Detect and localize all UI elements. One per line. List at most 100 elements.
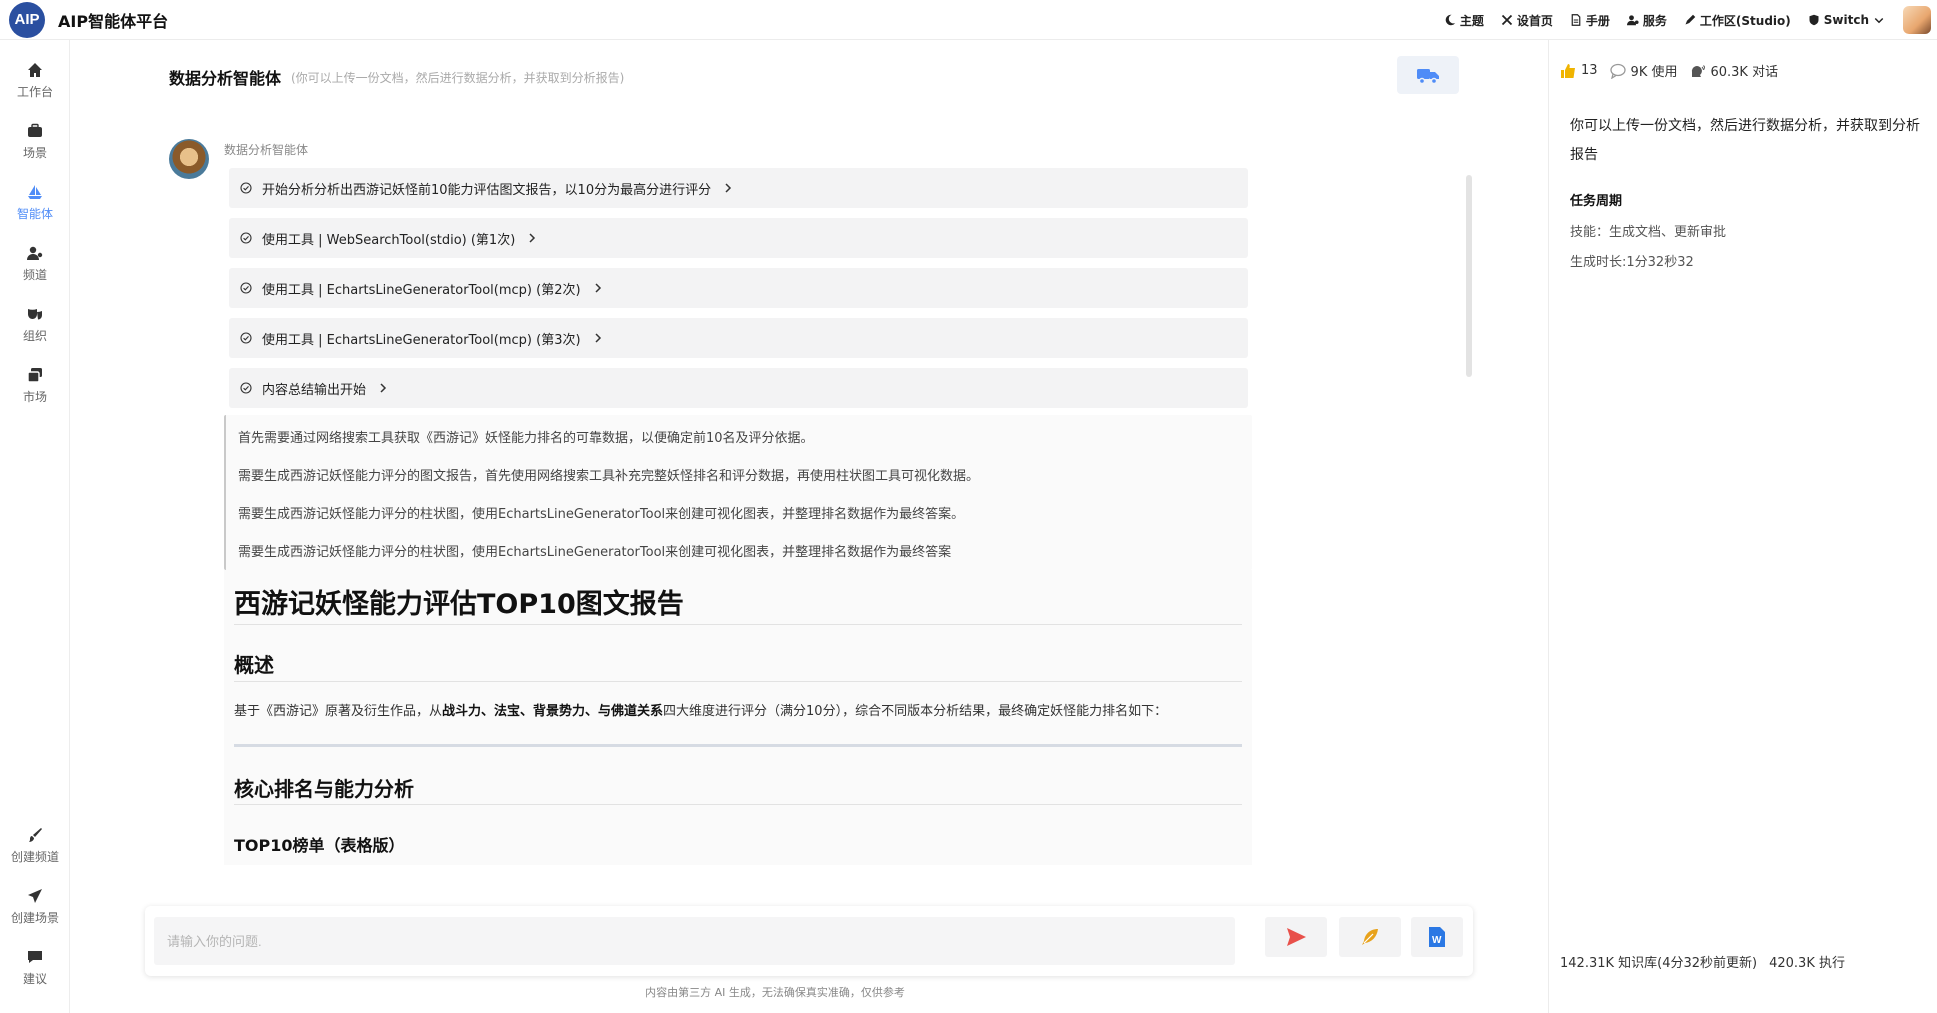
step-label: 内容总结输出开始 bbox=[262, 382, 367, 398]
bot-avatar bbox=[169, 139, 209, 179]
feather-icon bbox=[1362, 929, 1378, 945]
sidebar-item-label: 创建频道 bbox=[10, 850, 59, 864]
sidebar-item-label: 频道 bbox=[22, 268, 47, 282]
sidebar-item-market[interactable]: 市场 bbox=[0, 367, 70, 405]
chat-input[interactable] bbox=[154, 917, 1235, 965]
divider bbox=[234, 624, 1242, 625]
reasoning-block: 首先需要通过网络搜索工具获取《西游记》妖怪能力排名的可靠数据，以便确定前10名及… bbox=[224, 415, 1252, 570]
nav-switch[interactable]: Switch bbox=[1808, 13, 1885, 27]
reasoning-line: 需要生成西游记妖怪能力评分的图文报告，首先使用网络搜索工具补充完整妖怪排名和评分… bbox=[238, 469, 980, 484]
feather-button[interactable] bbox=[1339, 917, 1401, 957]
layers-icon bbox=[27, 368, 42, 383]
users-icon bbox=[27, 246, 43, 260]
uses-stat: 9K 使用 bbox=[1609, 61, 1677, 80]
chevron-right-icon bbox=[725, 183, 732, 193]
pen-icon bbox=[1685, 14, 1696, 25]
step-label: 开始分析分析出西游记妖怪前10能力评估图文报告，以10分为最高分进行评分 bbox=[262, 182, 712, 198]
send-button[interactable] bbox=[1265, 917, 1327, 957]
chevron-right-icon bbox=[529, 233, 536, 243]
check-circle-icon bbox=[240, 332, 252, 344]
report-body: 西游记妖怪能力评估TOP10图文报告 概述 基于《西游记》原著及衍生作品，从战斗… bbox=[224, 570, 1252, 865]
nav-service[interactable]: 服务 bbox=[1626, 12, 1667, 29]
page-subtitle: (你可以上传一份文档，然后进行数据分析，并获取到分析报告) bbox=[291, 71, 625, 85]
app-logo[interactable]: AIP bbox=[9, 1, 45, 38]
sailboat-icon bbox=[28, 185, 42, 199]
ranking-heading: 核心排名与能力分析 bbox=[234, 777, 414, 801]
step-label: 使用工具 | WebSearchTool(stdio) (第1次) bbox=[262, 232, 516, 248]
moon-icon bbox=[1445, 14, 1456, 26]
check-circle-icon bbox=[240, 282, 252, 294]
panel-footer-stats: 142.31K 知识库(4分32秒前更新) 420.3K 执行 bbox=[1560, 952, 1845, 971]
chat-scrollbar[interactable] bbox=[1466, 175, 1472, 377]
step-label: 使用工具 | EchartsLineGeneratorTool(mcp) (第2… bbox=[262, 282, 581, 298]
sidebar-item-label: 智能体 bbox=[16, 207, 53, 221]
app-title: AIP智能体平台 bbox=[58, 11, 169, 31]
chevron-right-icon bbox=[380, 383, 387, 393]
sidebar-item-workbench[interactable]: 工作台 bbox=[0, 62, 70, 100]
nav-set-home[interactable]: 设首页 bbox=[1501, 12, 1553, 29]
sidebar-item-create-scene[interactable]: 创建场景 bbox=[0, 888, 70, 926]
likes-stat[interactable]: 13 bbox=[1560, 61, 1598, 80]
chat-input-panel: W bbox=[145, 906, 1473, 976]
speaking-head-icon bbox=[1692, 64, 1706, 77]
overview-heading: 概述 bbox=[234, 653, 274, 677]
nav-theme-label: 主题 bbox=[1459, 13, 1484, 28]
top10-heading: TOP10榜单（表格版） bbox=[234, 836, 405, 855]
duration-text: 生成时长:1分32秒32 bbox=[1570, 255, 1694, 270]
reasoning-line: 需要生成西游记妖怪能力评分的柱状图，使用EchartsLineGenerator… bbox=[238, 507, 965, 522]
nav-theme[interactable]: 主题 bbox=[1444, 12, 1484, 29]
divider bbox=[234, 804, 1242, 805]
nav-manual-label: 手册 bbox=[1585, 13, 1610, 28]
check-circle-icon bbox=[240, 182, 252, 194]
reasoning-line: 首先需要通过网络搜索工具获取《西游记》妖怪能力排名的可靠数据，以便确定前10名及… bbox=[238, 431, 814, 446]
home-icon bbox=[28, 63, 42, 77]
agent-description: 你可以上传一份文档，然后进行数据分析，并获取到分析报告 bbox=[1570, 118, 1920, 163]
report-title: 西游记妖怪能力评估TOP10图文报告 bbox=[234, 589, 684, 620]
step-item[interactable]: 使用工具 | WebSearchTool(stdio) (第1次) bbox=[229, 218, 1248, 258]
speech-bubble-icon bbox=[1609, 63, 1626, 79]
left-sidebar: 工作台 场景 智能体 频道 组织 市场 创建频道 创建场景 建议 bbox=[0, 40, 70, 1013]
nav-studio[interactable]: 工作区(Studio) bbox=[1684, 12, 1791, 29]
step-item[interactable]: 使用工具 | EchartsLineGeneratorTool(mcp) (第2… bbox=[229, 268, 1248, 308]
shield-icon bbox=[1809, 14, 1819, 26]
sidebar-item-feedback[interactable]: 建议 bbox=[0, 949, 70, 987]
reasoning-line: 需要生成西游记妖怪能力评分的柱状图，使用EchartsLineGenerator… bbox=[238, 545, 952, 560]
send-icon bbox=[1287, 928, 1306, 946]
task-cycle-heading: 任务周期 bbox=[1570, 194, 1623, 209]
step-item[interactable]: 内容总结输出开始 bbox=[229, 368, 1248, 408]
tools-icon bbox=[1501, 14, 1513, 26]
page-title: 数据分析智能体 bbox=[169, 69, 282, 88]
likes-count: 13 bbox=[1581, 63, 1598, 78]
divider bbox=[234, 681, 1242, 682]
chats-stat: 60.3K 对话 bbox=[1689, 61, 1778, 80]
check-circle-icon bbox=[240, 232, 252, 244]
overview-paragraph: 基于《西游记》原著及衍生作品，从战斗力、法宝、背景势力、与佛道关系四大维度进行评… bbox=[234, 700, 1167, 719]
nav-manual[interactable]: 手册 bbox=[1570, 12, 1610, 29]
step-item[interactable]: 开始分析分析出西游记妖怪前10能力评估图文报告，以10分为最高分进行评分 bbox=[229, 168, 1248, 208]
nav-switch-label: Switch bbox=[1823, 13, 1869, 27]
step-item[interactable]: 使用工具 | EchartsLineGeneratorTool(mcp) (第3… bbox=[229, 318, 1248, 358]
comment-icon bbox=[28, 951, 42, 963]
agent-stats: 13 9K 使用 60.3K 对话 bbox=[1560, 61, 1778, 80]
ai-disclaimer: 内容由第三方 AI 生成，无法确保真实准确，仅供参考 bbox=[645, 986, 905, 999]
agent-info-panel: 13 9K 使用 60.3K 对话 你可以上传一份文档，然后进行数据分析，并获取… bbox=[1548, 40, 1937, 1013]
chevron-down-icon bbox=[1874, 17, 1884, 24]
top-nav: 主题 设首页 手册 服务 工作区(Studio) Switch bbox=[1444, 0, 1885, 40]
knowledge-stat: 142.31K 知识库(4分32秒前更新) bbox=[1560, 956, 1758, 971]
sidebar-item-create-channel[interactable]: 创建频道 bbox=[0, 827, 70, 865]
sidebar-item-agents[interactable]: 智能体 bbox=[0, 184, 70, 222]
user-avatar[interactable] bbox=[1903, 6, 1931, 34]
word-document-icon: W bbox=[1429, 927, 1445, 947]
bot-name: 数据分析智能体 bbox=[224, 143, 309, 157]
briefcase-icon bbox=[28, 123, 42, 137]
sidebar-item-channels[interactable]: 频道 bbox=[0, 245, 70, 283]
sidebar-item-scenes[interactable]: 场景 bbox=[0, 123, 70, 161]
sidebar-item-organization[interactable]: 组织 bbox=[0, 306, 70, 344]
svg-text:W: W bbox=[1432, 935, 1442, 946]
truck-icon bbox=[1417, 69, 1439, 85]
sidebar-item-label: 工作台 bbox=[16, 85, 53, 99]
overview-text: 基于《西游记》原著及衍生作品，从 bbox=[234, 704, 443, 719]
word-export-button[interactable]: W bbox=[1411, 917, 1463, 957]
sidebar-item-label: 市场 bbox=[22, 390, 47, 404]
delivery-button[interactable] bbox=[1397, 56, 1459, 94]
